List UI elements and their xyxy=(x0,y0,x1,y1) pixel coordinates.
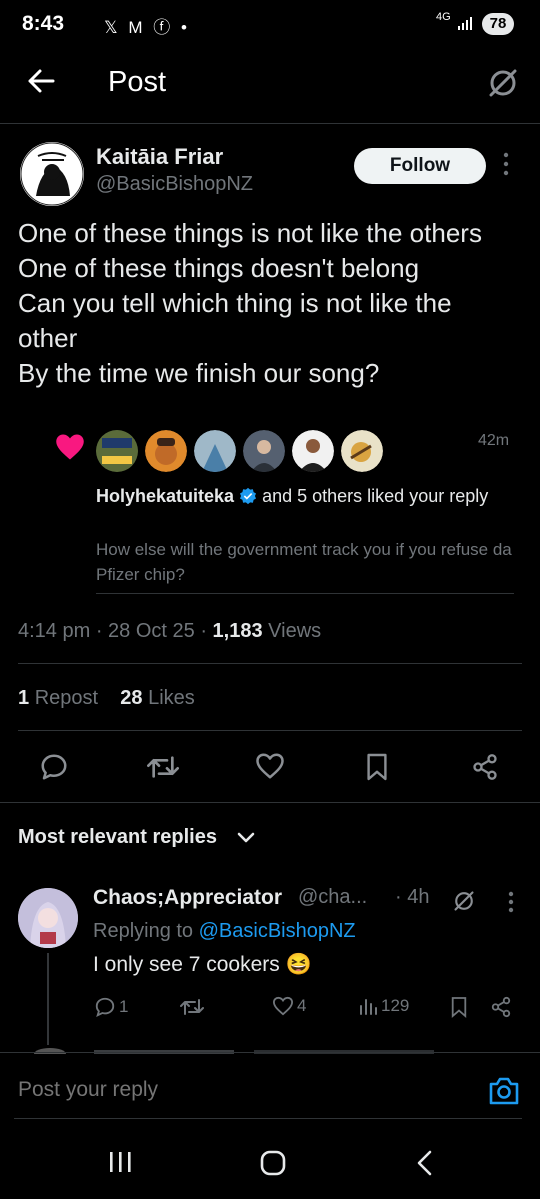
reply-time: · 4h xyxy=(395,886,430,908)
reply-like-button[interactable]: 4 xyxy=(272,996,306,1016)
liker-avatar[interactable] xyxy=(243,430,285,472)
post-text-line: other xyxy=(18,323,78,353)
notification-time: 42m xyxy=(478,432,510,449)
notification-quote: How else will the government track you i… xyxy=(96,540,512,584)
author-avatar[interactable] xyxy=(20,142,84,206)
replying-to: Replying to @BasicBishopNZ xyxy=(93,920,356,943)
liker-avatar[interactable] xyxy=(194,430,236,472)
reply-author-handle[interactable]: @cha... xyxy=(298,886,367,909)
stats-divider xyxy=(18,730,522,731)
post-time: 4:14 pm xyxy=(18,620,91,642)
camera-icon[interactable] xyxy=(487,1075,521,1107)
reply-avatar[interactable] xyxy=(18,888,78,948)
likes-stat[interactable]: 28 Likes xyxy=(120,687,195,709)
reply-views-button[interactable]: 129 xyxy=(358,996,409,1016)
notification-icons: 𝕏 M ⓕ • xyxy=(104,18,190,37)
reposts-count: 1 xyxy=(18,687,30,709)
follow-button[interactable]: Follow xyxy=(354,148,486,184)
post-text-line: By the time we finish our song? xyxy=(18,358,380,388)
more-options-icon[interactable] xyxy=(508,891,514,913)
post-timestamp: 4:14 pm · 28 Oct 25 · 1,183 Views xyxy=(18,620,322,642)
replying-to-handle[interactable]: @BasicBishopNZ xyxy=(199,920,356,942)
post-stats: 1 Repost 28 Likes xyxy=(18,687,195,710)
notification-user[interactable]: Holyhekatuiteka xyxy=(96,486,234,506)
post-text: One of these things is not like the othe… xyxy=(18,216,528,391)
author-handle[interactable]: @BasicBishopNZ xyxy=(96,173,253,196)
compose-bottom-divider xyxy=(14,1118,522,1119)
liker-avatar[interactable] xyxy=(96,430,138,472)
notification-action: and 5 others liked your reply xyxy=(262,486,489,506)
reply-view-count: 129 xyxy=(381,996,410,1015)
reply-author-name[interactable]: Chaos;Appreciator xyxy=(93,886,282,910)
status-time: 8:43 xyxy=(22,12,65,35)
chevron-down-icon[interactable] xyxy=(236,831,256,845)
recent-apps-icon[interactable] xyxy=(108,1150,134,1174)
replying-to-prefix: Replying to xyxy=(93,920,194,942)
page-title: Post xyxy=(108,66,167,98)
notification-text[interactable]: Holyhekatuiteka and 5 others liked your … xyxy=(96,484,516,509)
reply-comment-count: 1 xyxy=(119,997,129,1016)
thread-line xyxy=(47,953,49,1045)
reply-repost-button[interactable] xyxy=(180,996,204,1018)
reply-comment-button[interactable]: 1 xyxy=(94,996,128,1018)
views-label: Views xyxy=(268,620,322,642)
replies-sort-label[interactable]: Most relevant replies xyxy=(18,826,217,849)
reply-like-count: 4 xyxy=(297,996,307,1015)
likes-count: 28 xyxy=(120,687,143,709)
share-icon[interactable] xyxy=(471,752,499,782)
signal-icon xyxy=(458,16,476,30)
back-arrow-icon[interactable] xyxy=(26,66,56,96)
views-count: 1,183 xyxy=(212,620,263,642)
compose-divider xyxy=(0,1052,540,1053)
reposts-stat[interactable]: 1 Repost xyxy=(18,687,98,709)
notification-divider xyxy=(96,593,514,594)
post-text-line: One of these things is not like the othe… xyxy=(18,218,482,248)
repost-icon[interactable] xyxy=(147,752,179,782)
likes-label: Likes xyxy=(148,687,195,709)
network-indicator: 4G xyxy=(436,11,451,23)
meta-divider xyxy=(18,663,522,664)
bookmark-icon[interactable] xyxy=(365,752,389,782)
reply-icon[interactable] xyxy=(39,752,69,782)
liker-avatar[interactable] xyxy=(341,430,383,472)
actions-divider xyxy=(0,802,540,803)
heart-filled-icon xyxy=(55,433,85,461)
grok-icon[interactable] xyxy=(452,889,476,913)
header-divider xyxy=(0,123,540,124)
post-text-line: Can you tell which thing is not like the xyxy=(18,288,452,318)
home-icon[interactable] xyxy=(259,1149,287,1177)
like-icon[interactable] xyxy=(255,752,285,780)
reposts-label: Repost xyxy=(34,687,99,709)
reply-bookmark-icon[interactable] xyxy=(450,996,468,1018)
more-options-icon[interactable] xyxy=(503,152,509,176)
nav-back-icon[interactable] xyxy=(414,1149,434,1177)
battery-icon: 78 xyxy=(482,13,514,35)
liker-avatar[interactable] xyxy=(145,430,187,472)
reply-share-icon[interactable] xyxy=(490,996,512,1018)
reply-text: I only see 7 cookers 😆 xyxy=(93,953,312,976)
verified-badge-icon xyxy=(240,487,257,505)
post-text-line: One of these things doesn't belong xyxy=(18,253,420,283)
post-date: 28 Oct 25 xyxy=(108,620,195,642)
liker-avatar[interactable] xyxy=(292,430,334,472)
grok-icon[interactable] xyxy=(486,66,520,100)
reply-input[interactable] xyxy=(18,1078,458,1102)
author-name[interactable]: Kaitāia Friar xyxy=(96,144,223,170)
